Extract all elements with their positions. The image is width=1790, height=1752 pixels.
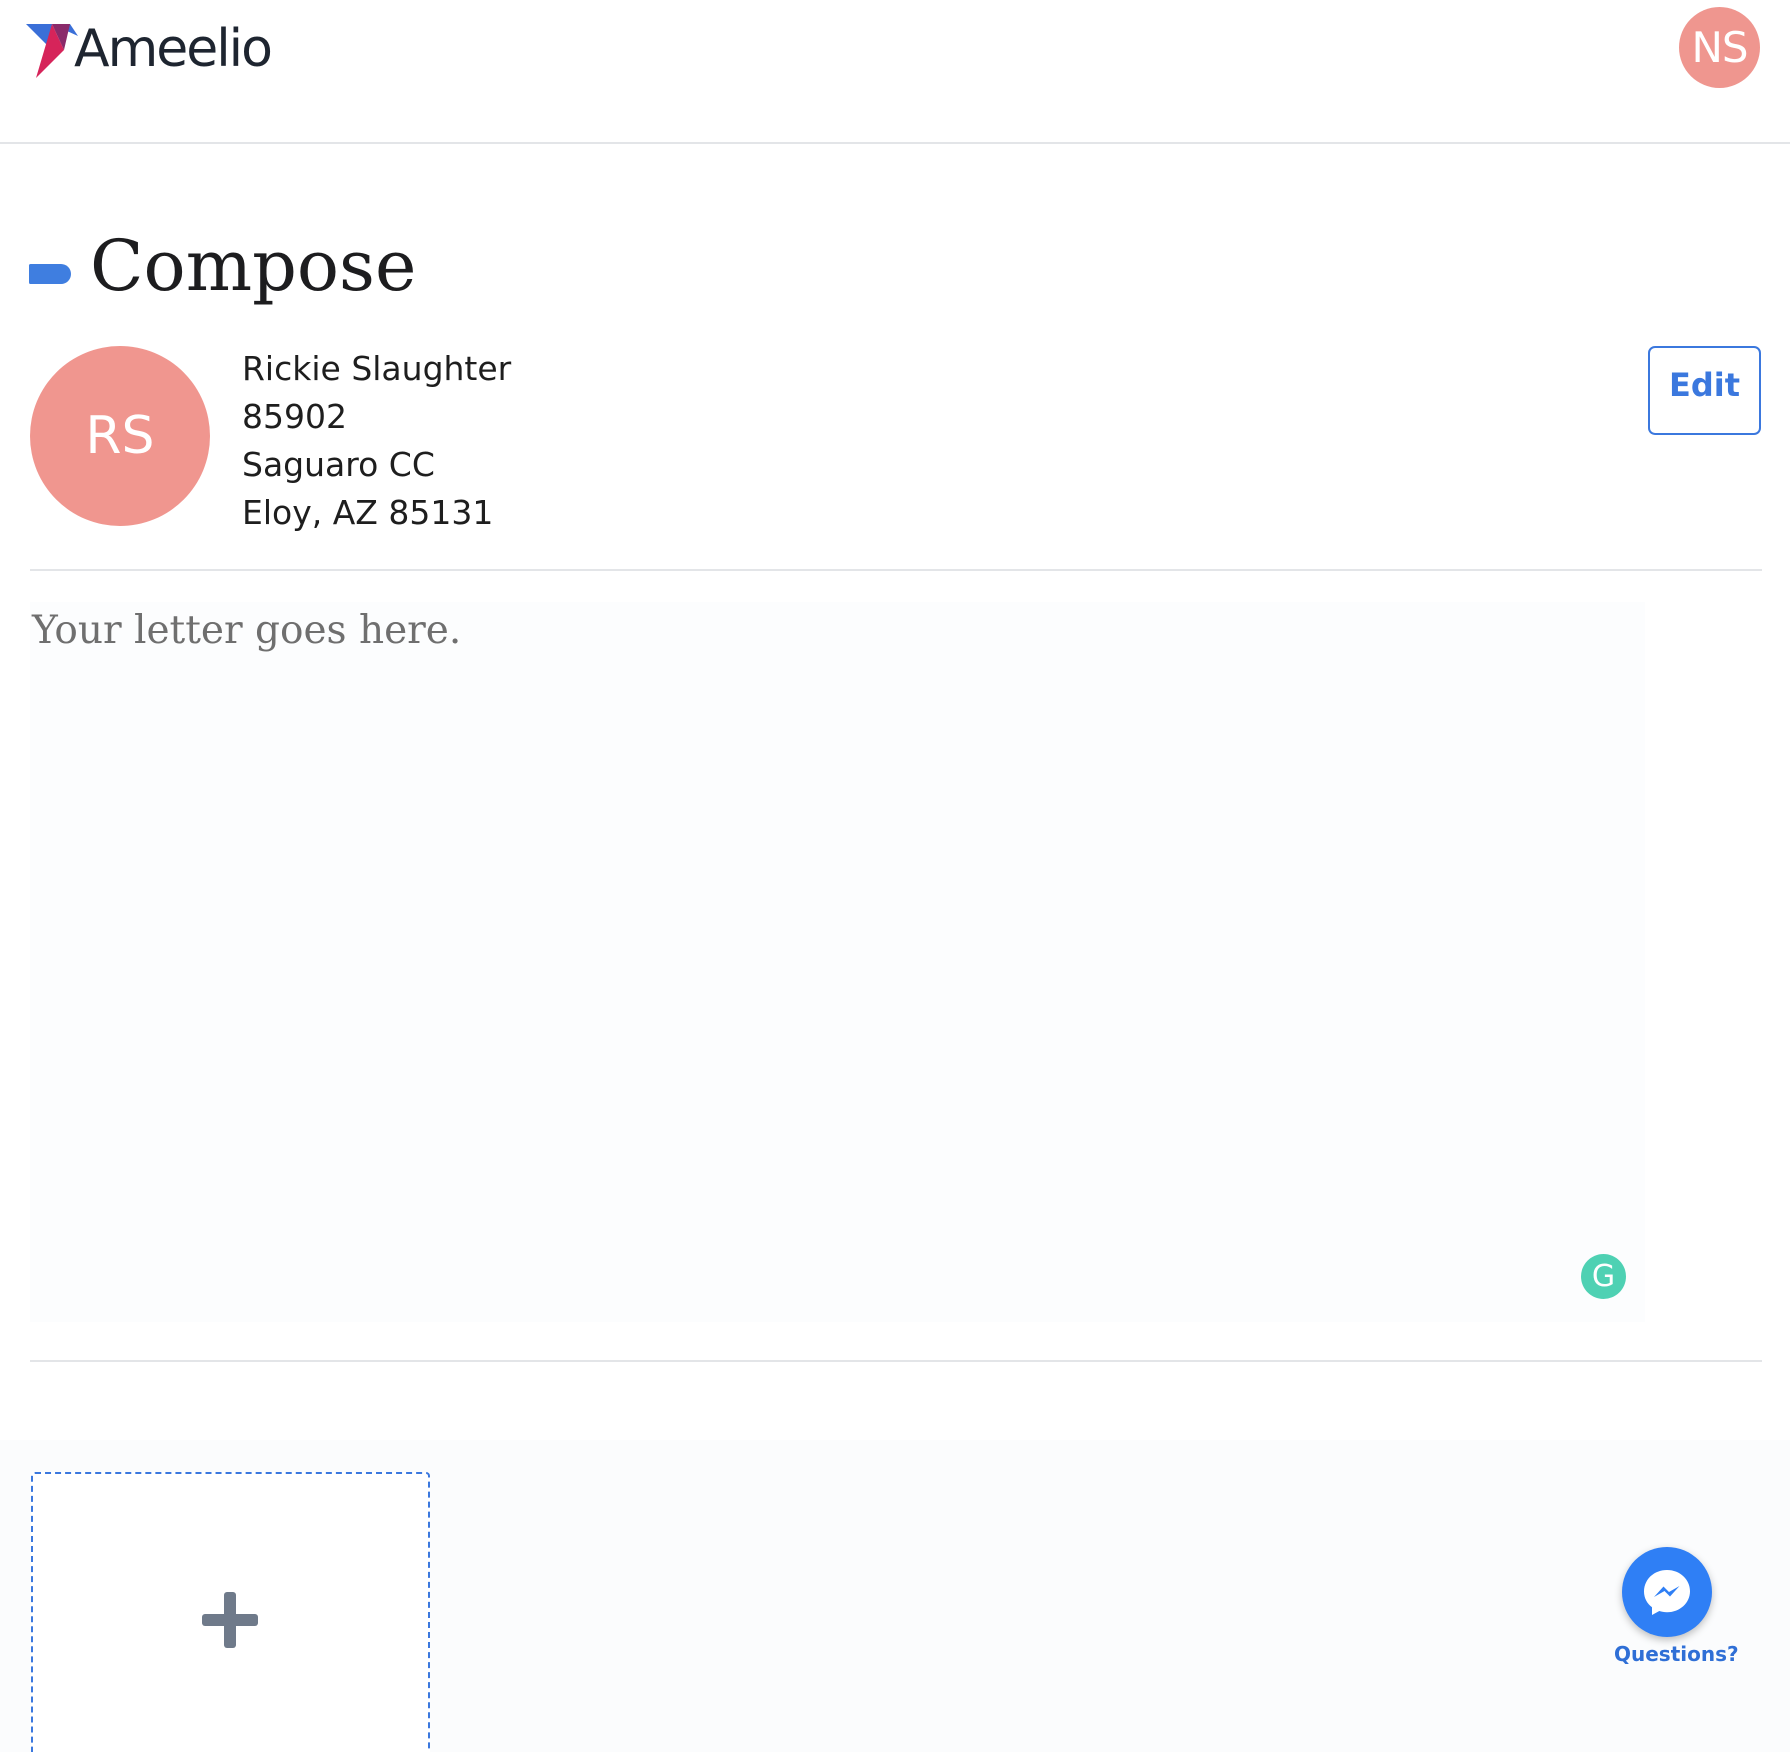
questions-label[interactable]: Questions?	[1614, 1642, 1739, 1666]
user-avatar[interactable]: NS	[1679, 7, 1760, 88]
edit-recipient-button[interactable]: Edit	[1648, 346, 1761, 435]
letter-editor[interactable]	[30, 602, 1645, 1322]
recipient-inmate-number: 85902	[242, 397, 347, 436]
plus-icon	[202, 1592, 258, 1648]
recipient-name: Rickie Slaughter	[242, 349, 512, 388]
app-header: Ameelio NS	[0, 0, 1790, 144]
page-title: Compose	[90, 225, 417, 307]
recipient-details: Rickie Slaughter 85902 Saguaro CC Eloy, …	[242, 345, 511, 537]
recipient-avatar: RS	[30, 346, 210, 526]
recipient-facility: Saguaro CC	[242, 445, 435, 484]
recipient-address: Eloy, AZ 85131	[242, 493, 494, 532]
messenger-chat-button[interactable]	[1622, 1547, 1712, 1637]
title-accent-bar	[29, 264, 71, 284]
letter-divider	[30, 1360, 1762, 1362]
brand-name: Ameelio	[74, 19, 273, 79]
messenger-icon	[1644, 1570, 1690, 1615]
ameelio-logo[interactable]: Ameelio	[26, 14, 273, 84]
ameelio-bird-icon	[26, 24, 78, 78]
letter-placeholder: Your letter goes here.	[32, 608, 462, 653]
recipient-divider	[30, 569, 1762, 571]
grammarly-icon[interactable]: G	[1581, 1254, 1626, 1299]
